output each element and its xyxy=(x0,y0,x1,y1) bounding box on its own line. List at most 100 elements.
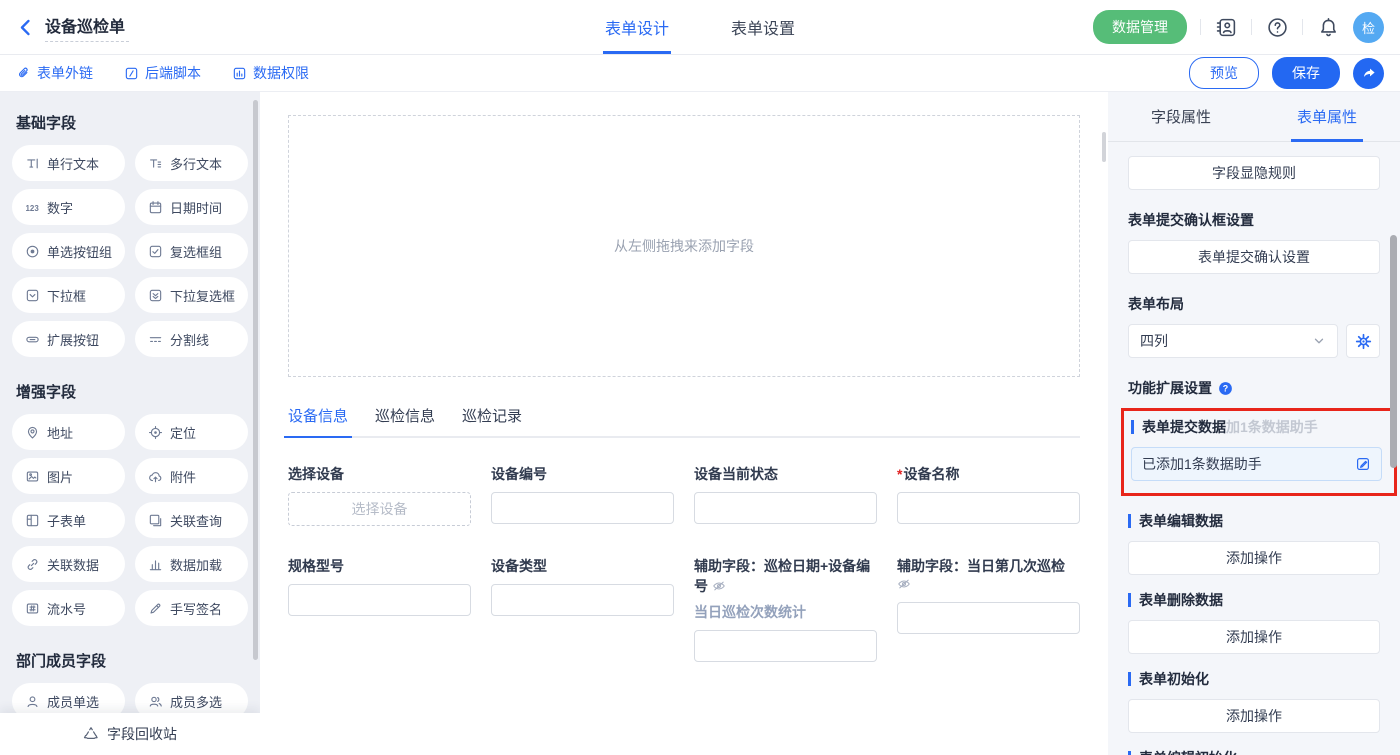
field-label-text: 选择设备 xyxy=(288,466,344,482)
field-chip-关联查询[interactable]: 关联查询 xyxy=(135,502,248,538)
canvas-scrollbar[interactable] xyxy=(1102,132,1106,162)
toolbar-link-label: 表单外链 xyxy=(37,63,93,83)
field-chip-label: 附件 xyxy=(170,467,196,486)
field-hidden-row xyxy=(897,576,1080,594)
checkbox-group-icon xyxy=(148,244,163,259)
signature-icon xyxy=(148,601,163,616)
data-manage-button[interactable]: 数据管理 xyxy=(1093,10,1187,44)
field-input[interactable] xyxy=(491,584,674,616)
multi-select-icon xyxy=(148,288,163,303)
dropzone[interactable]: 从左侧拖拽来添加字段 xyxy=(288,115,1080,377)
user-avatar[interactable]: 检 xyxy=(1353,12,1384,43)
field-input[interactable] xyxy=(897,602,1080,634)
form-tab-巡检信息[interactable]: 巡检信息 xyxy=(375,405,435,436)
back-button[interactable] xyxy=(16,18,35,37)
field-chip-子表单[interactable]: 子表单 xyxy=(12,502,125,538)
edit-square-icon[interactable] xyxy=(1355,456,1371,472)
chevron-down-icon xyxy=(1312,334,1326,348)
field-input[interactable] xyxy=(694,492,877,524)
properties-tab-表单属性[interactable]: 表单属性 xyxy=(1254,92,1400,141)
field-label: 设备当前状态 xyxy=(694,464,877,484)
field-input[interactable] xyxy=(288,584,471,616)
submit-confirm-settings-button[interactable]: 表单提交确认设置 xyxy=(1128,240,1380,274)
form-designer-app: 设备巡检单 表单设计 表单设置 数据管理 检 表单外链 后端脚本 数据权限 预览 保存… xyxy=(0,0,1400,755)
extension-section-title: 表单编辑初始化 xyxy=(1139,748,1237,755)
extension-section-表单初始化: 表单初始化添加操作 xyxy=(1128,669,1380,733)
field-chip-数据加载[interactable]: 数据加载 xyxy=(135,546,248,582)
field-chip-分割线[interactable]: 分割线 xyxy=(135,321,248,357)
extension-section-header: 表单初始化 xyxy=(1128,669,1380,689)
toolbar-link-数据权限[interactable]: 数据权限 xyxy=(232,63,309,83)
field-visibility-rules-button[interactable]: 字段显隐规则 xyxy=(1128,156,1380,190)
toolbar-link-后端脚本[interactable]: 后端脚本 xyxy=(124,63,201,83)
ghost-tooltip-text: 加1条数据助手 xyxy=(1226,417,1318,437)
properties-tab-字段属性[interactable]: 字段属性 xyxy=(1108,92,1254,141)
panel-scrollbar[interactable] xyxy=(1390,235,1397,468)
add-operation-button[interactable]: 添加操作 xyxy=(1128,541,1380,575)
field-input[interactable] xyxy=(897,492,1080,524)
select-device-box[interactable]: 选择设备 xyxy=(288,492,471,526)
field-chip-日期时间[interactable]: 日期时间 xyxy=(135,189,248,225)
field-chip-单行文本[interactable]: 单行文本 xyxy=(12,145,125,181)
notification-bell-icon[interactable] xyxy=(1316,15,1340,39)
form-field-设备名称[interactable]: *设备名称 xyxy=(897,464,1080,526)
divider xyxy=(1302,19,1303,35)
field-chip-复选框组[interactable]: 复选框组 xyxy=(135,233,248,269)
form-tab-巡检记录[interactable]: 巡检记录 xyxy=(462,405,522,436)
field-chip-数字[interactable]: 123数字 xyxy=(12,189,125,225)
field-chip-多行文本[interactable]: 多行文本 xyxy=(135,145,248,181)
contact-book-icon[interactable] xyxy=(1214,15,1238,39)
save-button[interactable]: 保存 xyxy=(1272,57,1340,89)
field-chip-定位[interactable]: 定位 xyxy=(135,414,248,450)
main-tab-表单设计[interactable]: 表单设计 xyxy=(605,0,669,54)
extend-button-icon xyxy=(25,332,40,347)
data-assistant-box[interactable]: 已添加1条数据助手 xyxy=(1131,447,1382,481)
form-field-规格型号[interactable]: 规格型号 xyxy=(288,556,471,662)
palette-section-title: 增强字段 xyxy=(16,381,248,402)
field-chip-下拉框[interactable]: 下拉框 xyxy=(12,277,125,313)
layout-settings-button[interactable] xyxy=(1346,324,1380,358)
field-chip-图片[interactable]: 图片 xyxy=(12,458,125,494)
field-chip-流水号[interactable]: 流水号 xyxy=(12,590,125,626)
field-chip-附件[interactable]: 附件 xyxy=(135,458,248,494)
form-tab-设备信息[interactable]: 设备信息 xyxy=(288,405,348,436)
field-label-text: 设备名称 xyxy=(903,466,959,482)
toolbar-link-表单外链[interactable]: 表单外链 xyxy=(16,63,93,83)
field-chip-关联数据[interactable]: 关联数据 xyxy=(12,546,125,582)
form-title[interactable]: 设备巡检单 xyxy=(45,13,129,42)
share-button[interactable] xyxy=(1353,58,1384,89)
field-chip-label: 单选按钮组 xyxy=(47,242,112,261)
single-line-text-icon xyxy=(25,156,40,171)
script-icon xyxy=(124,66,139,81)
field-chip-单选按钮组[interactable]: 单选按钮组 xyxy=(12,233,125,269)
form-field-辅助字段：巡检日期+设备编号[interactable]: 辅助字段：巡检日期+设备编号当日巡检次数统计 xyxy=(694,556,877,662)
form-layout-title: 表单布局 xyxy=(1128,294,1380,314)
form-field-设备类型[interactable]: 设备类型 xyxy=(491,556,674,662)
help-icon[interactable] xyxy=(1265,15,1289,39)
field-chip-扩展按钮[interactable]: 扩展按钮 xyxy=(12,321,125,357)
form-field-设备编号[interactable]: 设备编号 xyxy=(491,464,674,526)
field-chip-地址[interactable]: 地址 xyxy=(12,414,125,450)
field-chip-label: 数据加载 xyxy=(170,555,222,574)
add-operation-button[interactable]: 添加操作 xyxy=(1128,620,1380,654)
preview-button[interactable]: 预览 xyxy=(1189,57,1259,89)
toolbar-link-label: 后端脚本 xyxy=(145,63,201,83)
form-field-设备当前状态[interactable]: 设备当前状态 xyxy=(694,464,877,526)
layout-select[interactable]: 四列 xyxy=(1128,324,1338,358)
field-label: 规格型号 xyxy=(288,556,471,576)
properties-panel: 字段属性表单属性 字段显隐规则 表单提交确认框设置 表单提交确认设置 表单布局 … xyxy=(1108,92,1400,755)
field-chip-label: 下拉框 xyxy=(47,286,86,305)
add-operation-button[interactable]: 添加操作 xyxy=(1128,699,1380,733)
field-input[interactable] xyxy=(491,492,674,524)
field-recycle-bin[interactable]: 字段回收站 xyxy=(0,713,260,755)
extension-section-表单删除数据: 表单删除数据添加操作 xyxy=(1128,590,1380,654)
field-input[interactable] xyxy=(694,630,877,662)
sidebar-scrollbar[interactable] xyxy=(253,100,258,660)
data-assistant-text: 已添加1条数据助手 xyxy=(1142,454,1262,474)
field-chip-下拉复选框[interactable]: 下拉复选框 xyxy=(135,277,248,313)
form-field-辅助字段：当日第几次巡检[interactable]: 辅助字段：当日第几次巡检 xyxy=(897,556,1080,662)
form-field-选择设备[interactable]: 选择设备选择设备 xyxy=(288,464,471,526)
field-chip-手写签名[interactable]: 手写签名 xyxy=(135,590,248,626)
main-tab-表单设置[interactable]: 表单设置 xyxy=(731,0,795,54)
extension-section-header: 表单编辑初始化 xyxy=(1128,748,1380,755)
